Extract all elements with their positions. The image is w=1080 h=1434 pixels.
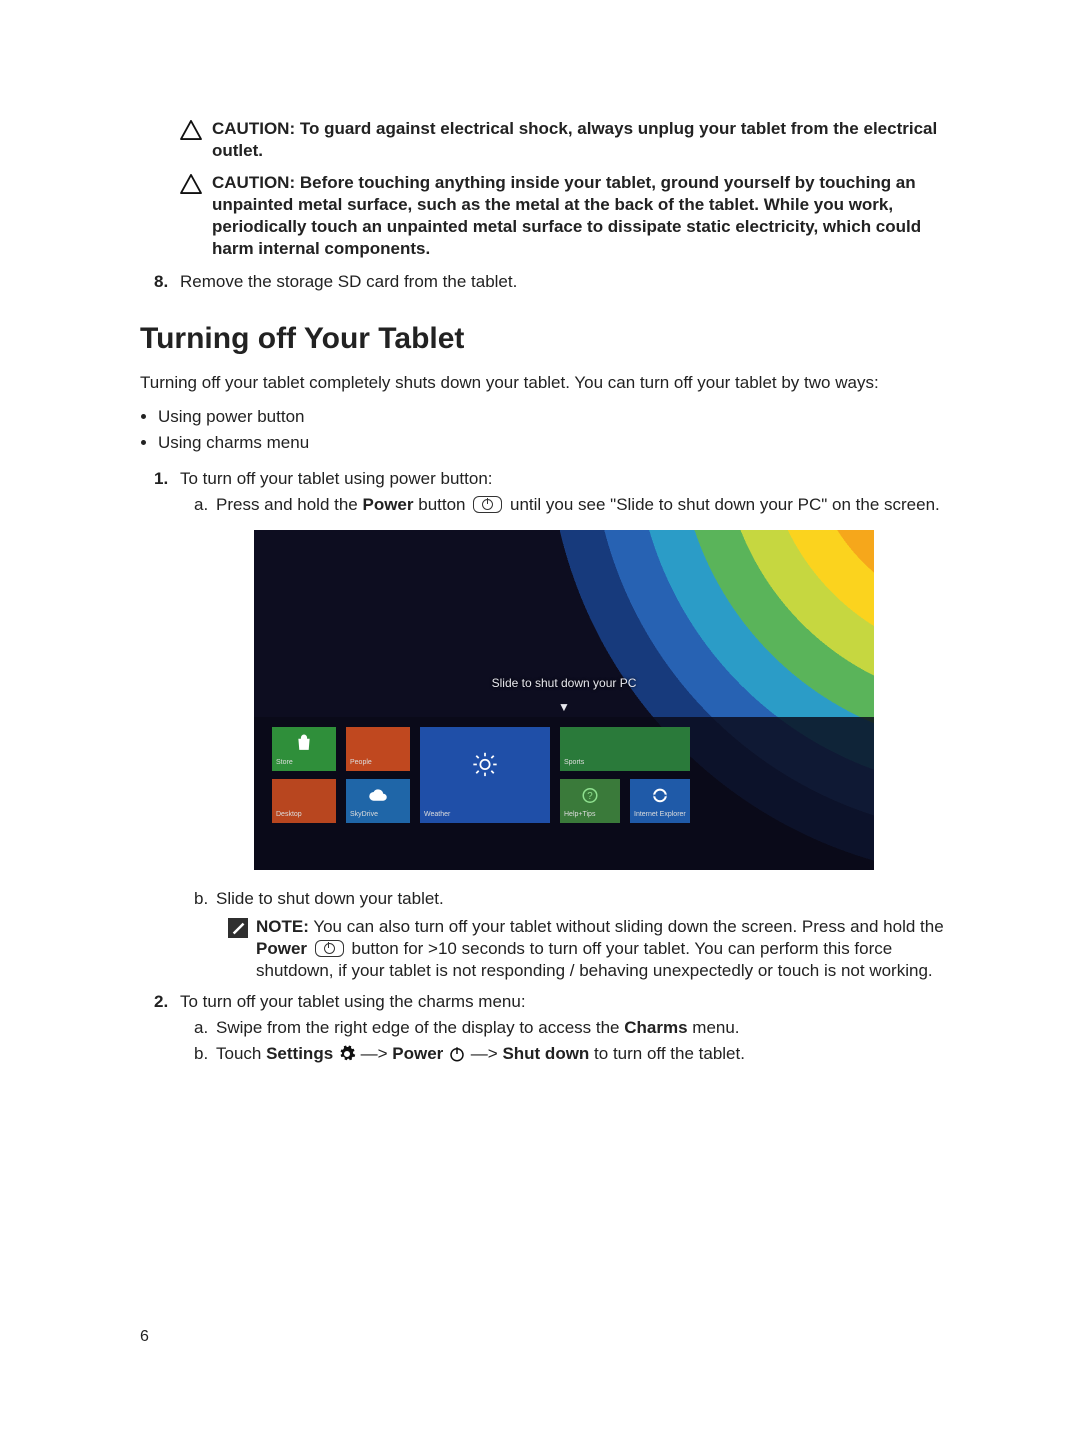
power-button-icon	[473, 496, 502, 513]
substep-letter: a.	[194, 1017, 216, 1039]
caution-label: CAUTION:	[212, 173, 295, 192]
list-item: Using charms menu	[158, 432, 950, 454]
tile-ie: Internet Explorer	[630, 779, 690, 823]
caution-block-1: CAUTION: To guard against electrical sho…	[180, 118, 950, 162]
substep-2a: a. Swipe from the right edge of the disp…	[194, 1017, 950, 1039]
substep-text: Swipe from the right edge of the display…	[216, 1017, 740, 1039]
intro-paragraph: Turning off your tablet completely shuts…	[140, 372, 950, 394]
tile-sports: Sports	[560, 727, 690, 771]
start-tiles: Store Desktop People SkyDrive Weather	[272, 727, 856, 823]
substep-letter: a.	[194, 494, 216, 516]
caution-icon	[180, 174, 202, 194]
substep-1a: a. Press and hold the Power button until…	[194, 494, 950, 516]
page-number: 6	[140, 1327, 149, 1348]
substeps-2: a. Swipe from the right edge of the disp…	[194, 1017, 950, 1065]
caution-label: CAUTION:	[212, 119, 295, 138]
step-text: To turn off your tablet using power butt…	[180, 468, 950, 490]
methods-list: Using power button Using charms menu	[158, 406, 950, 454]
substeps-1: a. Press and hold the Power button until…	[194, 494, 950, 982]
tile-weather: Weather	[420, 727, 550, 823]
substep-1b: b. Slide to shut down your tablet.	[194, 888, 950, 910]
note-icon	[228, 918, 248, 938]
substep-letter: b.	[194, 1043, 216, 1065]
caution-text-1: CAUTION: To guard against electrical sho…	[212, 118, 950, 162]
list-item: Using power button	[158, 406, 950, 428]
document-page: CAUTION: To guard against electrical sho…	[0, 0, 1080, 1434]
caution-icon	[180, 120, 202, 140]
step-8: 8. Remove the storage SD card from the t…	[154, 271, 950, 293]
slide-to-shutdown-screenshot: Slide to shut down your PC ▼ Store Deskt…	[254, 530, 874, 870]
tile-skydrive: SkyDrive	[346, 779, 410, 823]
settings-word: Settings	[266, 1044, 333, 1063]
caution-body: Before touching anything inside your tab…	[212, 173, 921, 258]
tile-desktop: Desktop	[272, 779, 336, 823]
chevron-down-icon: ▼	[558, 700, 570, 716]
charms-word: Charms	[624, 1018, 687, 1037]
step-2: 2. To turn off your tablet using the cha…	[154, 991, 950, 1013]
step-1: 1. To turn off your tablet using power b…	[154, 468, 950, 490]
caution-block-2: CAUTION: Before touching anything inside…	[180, 172, 950, 260]
gear-icon	[338, 1044, 361, 1063]
step-number: 1.	[154, 468, 180, 490]
slide-label: Slide to shut down your PC	[254, 676, 874, 692]
step-number: 8.	[154, 271, 180, 293]
section-heading: Turning off Your Tablet	[140, 319, 950, 358]
shutdown-word: Shut down	[502, 1044, 589, 1063]
tile-help: ? Help+Tips	[560, 779, 620, 823]
power-word: Power	[256, 939, 307, 958]
tile-store: Store	[272, 727, 336, 771]
step-text: Remove the storage SD card from the tabl…	[180, 271, 950, 293]
caution-body: To guard against electrical shock, alway…	[212, 119, 937, 160]
svg-text:?: ?	[587, 791, 593, 802]
note-label: NOTE:	[256, 917, 309, 936]
power-button-icon	[315, 940, 344, 957]
power-word: Power	[392, 1044, 443, 1063]
step-number: 2.	[154, 991, 180, 1013]
cloud-icon	[367, 788, 389, 805]
note-text: NOTE: You can also turn off your tablet …	[256, 916, 950, 982]
caution-text-2: CAUTION: Before touching anything inside…	[212, 172, 950, 260]
power-word: Power	[362, 495, 413, 514]
substep-text: Slide to shut down your tablet.	[216, 888, 444, 910]
tile-people: People	[346, 727, 410, 771]
power-icon	[448, 1044, 471, 1063]
step-text: To turn off your tablet using the charms…	[180, 991, 950, 1013]
bag-icon	[294, 733, 314, 756]
substep-letter: b.	[194, 888, 216, 910]
help-icon: ?	[581, 786, 599, 807]
substep-2b: b. Touch Settings —> Power —> Shut down …	[194, 1043, 950, 1065]
substep-text: Press and hold the Power button until yo…	[216, 494, 940, 516]
sun-icon	[471, 750, 499, 781]
substep-text: Touch Settings —> Power —> Shut down to …	[216, 1043, 745, 1065]
ie-icon	[650, 785, 670, 808]
note-block: NOTE: You can also turn off your tablet …	[228, 916, 950, 982]
